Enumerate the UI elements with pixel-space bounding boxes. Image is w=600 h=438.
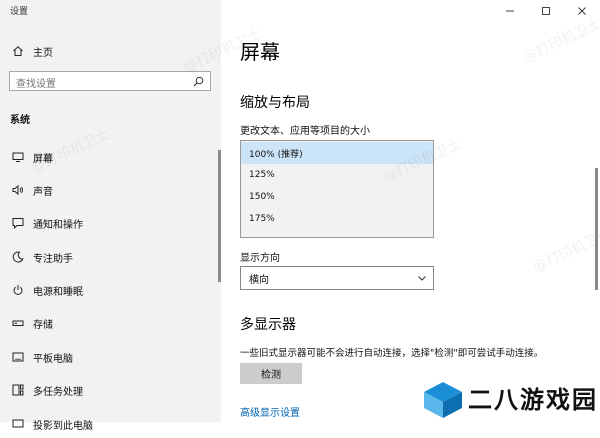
sidebar-item-projection[interactable]: 投影到此电脑	[0, 410, 221, 438]
sidebar-item-notifications[interactable]: 通知和操作	[0, 209, 221, 237]
brand-logo-icon	[424, 382, 462, 418]
maximize-button[interactable]	[528, 0, 564, 22]
detect-button[interactable]: 检测	[240, 363, 302, 384]
sidebar-item-sound[interactable]: 声音	[0, 176, 221, 204]
sidebar-item-home[interactable]: 主页	[0, 37, 221, 65]
monitor-icon	[12, 151, 24, 163]
scale-layout-heading: 缩放与布局	[240, 95, 310, 111]
search-box[interactable]	[9, 71, 211, 94]
minimize-button[interactable]	[492, 0, 528, 22]
power-icon	[12, 284, 24, 296]
sidebar-item-tablet[interactable]: 平板电脑	[0, 343, 221, 371]
window-controls	[492, 0, 600, 22]
multi-display-heading: 多显示器	[240, 317, 296, 333]
sidebar-item-label: 主页	[33, 47, 53, 59]
main-pane: 屏幕 缩放与布局 更改文本、应用等项目的大小 100% (推荐) 125% 15…	[221, 0, 600, 422]
orientation-label: 显示方向	[240, 253, 280, 264]
page-title: 屏幕	[240, 40, 280, 64]
maximize-icon	[542, 7, 550, 15]
scale-option-125[interactable]: 125%	[241, 164, 433, 186]
orientation-select[interactable]: 横向	[240, 266, 434, 290]
window-title: 设置	[10, 7, 29, 17]
moon-icon	[12, 251, 24, 263]
search-icon[interactable]	[193, 76, 204, 87]
sidebar: 设置 主页 系统 屏幕 声音 通知和操作 专注助	[0, 0, 221, 432]
sidebar-item-label: 声音	[33, 186, 53, 198]
close-button[interactable]	[564, 0, 600, 22]
sidebar-item-label: 通知和操作	[33, 219, 83, 231]
sidebar-item-focus-assist[interactable]: 专注助手	[0, 243, 221, 271]
sidebar-item-label: 多任务处理	[33, 386, 83, 398]
sidebar-item-label: 平板电脑	[33, 353, 73, 365]
brand-logo-text: 二八游戏园	[468, 386, 598, 414]
multitask-icon	[12, 384, 24, 396]
sidebar-section-label: 系统	[10, 115, 30, 126]
sidebar-item-label: 屏幕	[33, 153, 53, 165]
sidebar-item-multitasking[interactable]: 多任务处理	[0, 376, 221, 404]
minimize-icon	[506, 10, 514, 12]
sidebar-item-label: 电源和睡眠	[33, 286, 83, 298]
home-icon	[12, 45, 24, 57]
scale-dropdown-list[interactable]: 100% (推荐) 125% 150% 175%	[240, 140, 434, 238]
search-input[interactable]	[10, 75, 186, 94]
tablet-icon	[12, 351, 24, 363]
sidebar-item-label: 存储	[33, 319, 53, 331]
scale-option-175[interactable]: 175%	[241, 208, 433, 230]
advanced-display-settings-link[interactable]: 高级显示设置	[240, 404, 300, 419]
storage-icon	[12, 317, 24, 329]
sidebar-item-power-sleep[interactable]: 电源和睡眠	[0, 276, 221, 304]
scale-option-100[interactable]: 100% (推荐)	[241, 142, 433, 164]
sidebar-item-label: 专注助手	[33, 253, 73, 265]
sidebar-item-storage[interactable]: 存储	[0, 309, 221, 337]
main-scrollbar[interactable]	[595, 168, 598, 290]
orientation-value: 横向	[249, 274, 269, 286]
projection-icon	[12, 418, 24, 430]
sidebar-item-display[interactable]: 屏幕	[0, 143, 221, 171]
sidebar-item-label: 投影到此电脑	[33, 420, 93, 432]
scale-label: 更改文本、应用等项目的大小	[240, 126, 370, 137]
speaker-icon	[12, 184, 24, 196]
close-icon	[578, 7, 586, 15]
scale-option-150[interactable]: 150%	[241, 186, 433, 208]
chevron-down-icon	[418, 276, 426, 281]
multi-display-description: 一些旧式显示器可能不会进行自动连接，选择"检测"即可尝试手动连接。	[240, 348, 544, 359]
notification-icon	[12, 217, 24, 229]
